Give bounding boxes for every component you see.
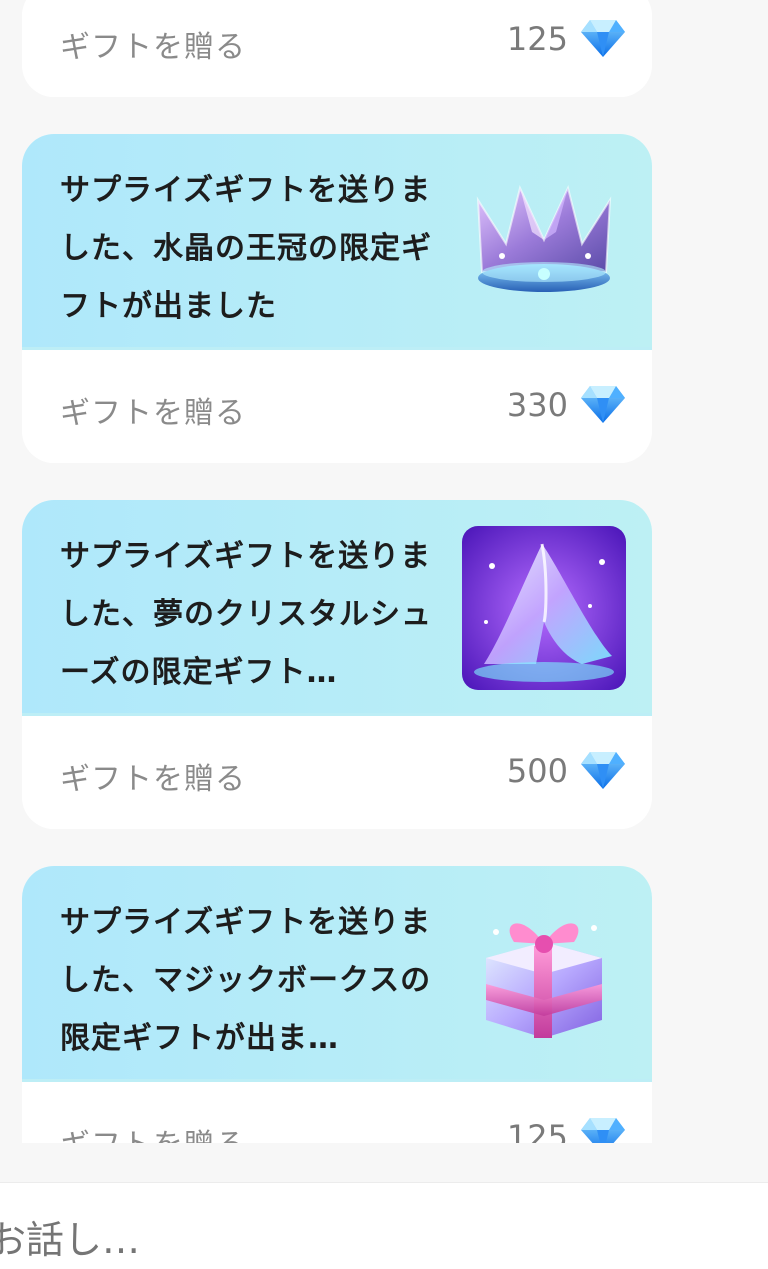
diamond-icon [581,1118,625,1143]
gift-price: 330 [506,386,568,424]
crystal-crown-icon [476,185,612,292]
gift-message-feed[interactable]: ギフトを贈る 125 サプライズギフトを送りました、水晶の王冠の限定ギフトが出ま… [0,0,768,1143]
send-gift-label[interactable]: ギフトを贈る [60,22,246,66]
gift-message: サプライズギフトを送りました、マジックボークスの限定ギフトが出ま… [60,905,432,1056]
diamond-icon [581,386,625,423]
gift-card: サプライズギフトを送りました、水晶の王冠の限定ギフトが出ました ギフトを贈る 3… [22,134,652,463]
gift-price: 125 [506,20,568,58]
gift-card: サプライズギフトを送りました、マジックボークスの限定ギフトが出ま… 125 [22,866,652,1143]
gift-card-header: サプライズギフトを送りました、水晶の王冠の限定ギフトが出ました [22,134,652,350]
gift-card-footer[interactable]: ギフトを贈る 500 [22,716,652,829]
gift-card: サプライズギフトを送りました、夢のクリスタルシューズの限定ギフト… ギフトを贈る… [22,500,652,829]
gift-card-footer[interactable]: ギフトを贈る 125 [22,0,652,97]
diamond-icon [581,20,625,57]
gift-card-header: サプライズギフトを送りました、夢のクリスタルシューズの限定ギフト… [22,500,652,716]
gift-card-footer[interactable]: ギフトを贈る 125 [22,1082,652,1143]
chat-input[interactable] [0,1217,490,1263]
chat-input-bar [0,1182,768,1269]
gift-message: サプライズギフトを送りました、水晶の王冠の限定ギフトが出ました [60,173,432,324]
send-gift-label[interactable]: ギフトを贈る [60,1120,246,1143]
gift-card-header: サプライズギフトを送りました、マジックボークスの限定ギフトが出ま… [22,866,652,1082]
crystal-shoe-icon [462,526,626,690]
gift-price: 500 [506,752,568,790]
send-gift-label[interactable]: ギフトを贈る [60,388,246,432]
gift-message: サプライズギフトを送りました、夢のクリスタルシューズの限定ギフト… [60,539,432,690]
magic-box-icon [486,923,602,1038]
gift-card: ギフトを贈る 125 [22,0,652,97]
send-gift-label[interactable]: ギフトを贈る [60,754,246,798]
gift-card-footer[interactable]: ギフトを贈る 330 [22,350,652,463]
gift-price: 125 [506,1118,568,1143]
diamond-icon [581,752,625,789]
